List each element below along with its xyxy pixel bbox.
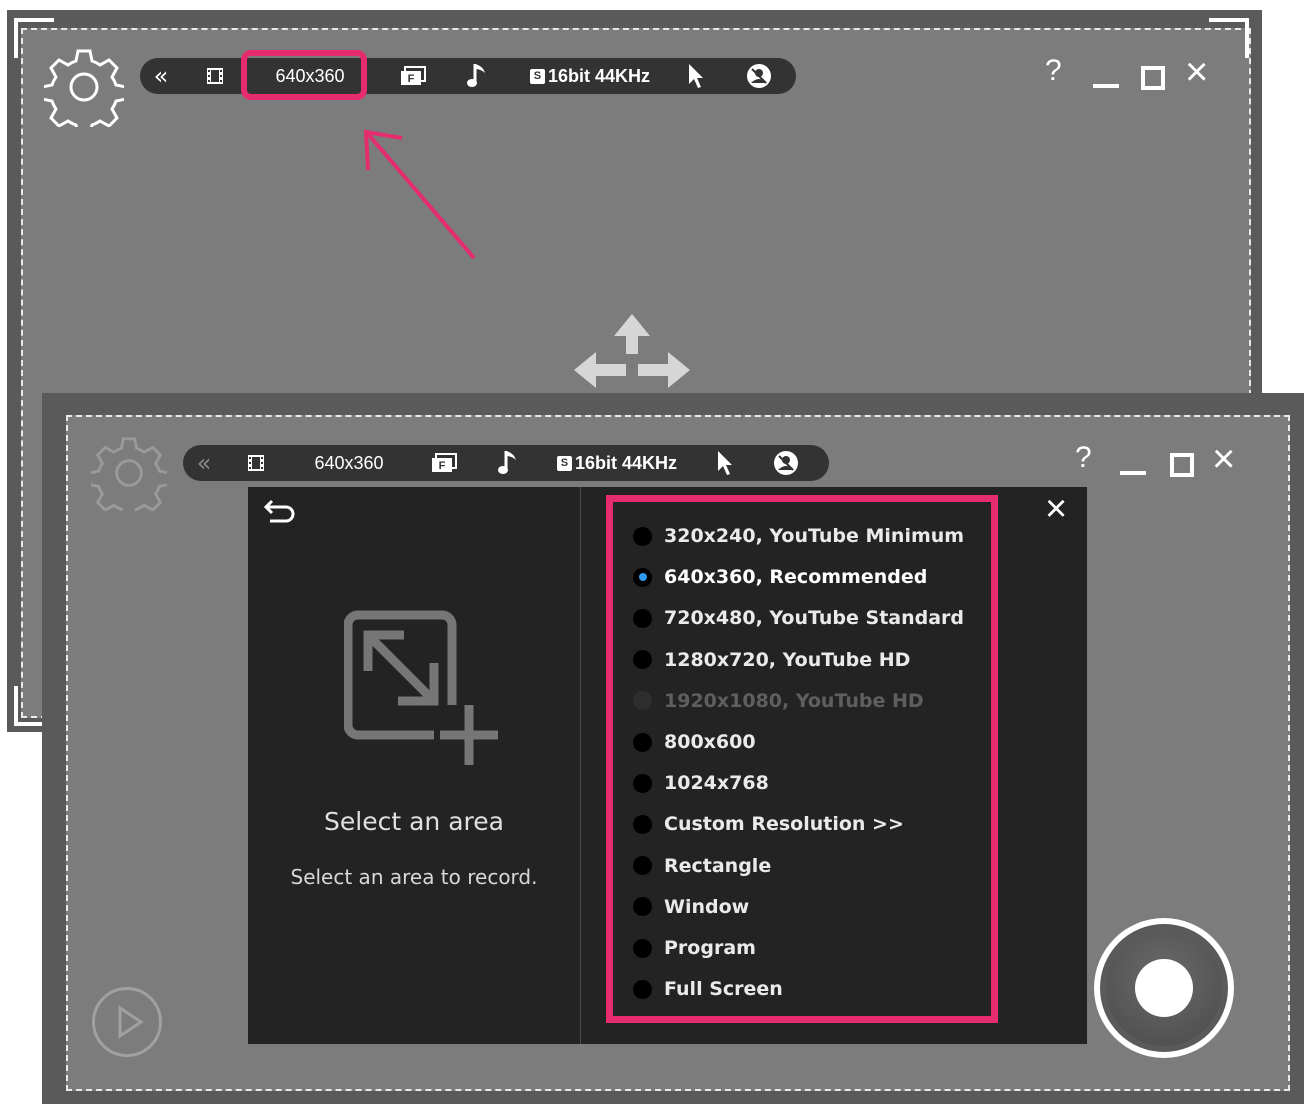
option-label: 800x600 [664, 731, 756, 753]
radio-button-icon[interactable] [633, 650, 652, 670]
move-icon[interactable] [574, 314, 690, 394]
pointer-arrow-annotation [363, 129, 476, 260]
settings-gear-icon[interactable] [40, 47, 128, 137]
radio-button-icon[interactable] [633, 608, 652, 628]
resolution-option[interactable]: 1024x768 [633, 769, 769, 797]
resolution-option[interactable]: 640x360, Recommended [633, 563, 927, 591]
svg-text:F: F [439, 460, 446, 472]
resolution-option[interactable]: Full Screen [633, 975, 783, 1003]
radio-button-icon[interactable] [633, 567, 652, 587]
help-button[interactable]: ? [1045, 54, 1062, 88]
option-label: 320x240, YouTube Minimum [664, 525, 965, 547]
resolution-option: 1920x1080, YouTube HD [633, 687, 924, 715]
collapse-icon[interactable]: « [191, 445, 217, 481]
audio-format-label: 16bit 44KHz [547, 65, 651, 86]
back-arrow-icon[interactable] [262, 497, 300, 529]
option-label: Program [664, 937, 756, 959]
play-button[interactable] [92, 987, 162, 1057]
play-icon [118, 1005, 144, 1039]
maximize-button[interactable] [1141, 66, 1165, 90]
toolbar: « 640x360 F S 16bit 44KHz [183, 445, 829, 481]
option-label: 640x360, Recommended [664, 566, 928, 589]
panel-title: Select an area [324, 807, 504, 836]
resolution-option[interactable]: 320x240, YouTube Minimum [633, 522, 964, 550]
area-selection-panel: Select an area Select an area to record.… [248, 487, 1087, 1044]
webcam-icon[interactable] [771, 445, 801, 481]
audio-format-label: 16bit 44KHz [574, 452, 678, 473]
radio-button-icon[interactable] [633, 856, 652, 876]
maximize-button[interactable] [1170, 453, 1194, 477]
panel-close-button[interactable]: × [1045, 489, 1067, 529]
audio-badge: S [556, 455, 572, 471]
panel-left: Select an area Select an area to record. [248, 487, 581, 1044]
close-button[interactable]: × [1185, 52, 1208, 92]
option-label: Full Screen [664, 978, 783, 1001]
resolution-option[interactable]: Window [633, 893, 749, 921]
music-note-icon[interactable] [462, 58, 492, 94]
radio-button-icon[interactable] [633, 979, 652, 999]
settings-gear-icon[interactable] [87, 435, 171, 521]
fullscreen-mode-icon[interactable]: F [429, 445, 461, 481]
panel-subtitle: Select an area to record. [290, 865, 538, 889]
radio-button-icon[interactable] [633, 526, 652, 546]
cursor-icon[interactable] [711, 445, 739, 481]
radio-button-icon[interactable] [633, 691, 652, 711]
cursor-icon[interactable] [682, 58, 710, 94]
corner-handle-top-right[interactable] [1209, 18, 1249, 58]
recorder-window-bottom: « 640x360 F S 16bit 44KHz ? × Select an … [42, 393, 1304, 1104]
resolution-option[interactable]: 720x480, YouTube Standard [633, 604, 964, 632]
resolution-option[interactable]: Rectangle [633, 852, 771, 880]
record-button[interactable] [1094, 918, 1234, 1058]
resolution-option[interactable]: Custom Resolution >> [633, 810, 904, 838]
audio-format-button[interactable]: S 16bit 44KHz [547, 445, 687, 481]
radio-button-icon[interactable] [633, 773, 652, 793]
record-dot-icon [1135, 959, 1193, 1017]
audio-badge: S [529, 68, 545, 84]
resolution-options-list: 320x240, YouTube Minimum 640x360, Recomme… [606, 495, 998, 1023]
option-label: 1920x1080, YouTube HD [664, 689, 924, 712]
resolution-option[interactable]: 1280x720, YouTube HD [633, 646, 910, 674]
help-button[interactable]: ? [1075, 441, 1092, 475]
option-label: Window [664, 895, 750, 918]
fullscreen-mode-icon[interactable]: F [398, 58, 430, 94]
close-button[interactable]: × [1212, 439, 1235, 479]
webcam-icon[interactable] [744, 58, 774, 94]
option-label: 1024x768 [664, 772, 769, 795]
select-area-icon [343, 605, 504, 774]
resolution-option[interactable]: Program [633, 934, 756, 962]
minimize-button[interactable] [1093, 84, 1119, 88]
option-label: 720x480, YouTube Standard [664, 607, 965, 630]
radio-button-icon[interactable] [633, 938, 652, 958]
radio-button-icon[interactable] [633, 732, 652, 752]
film-icon[interactable] [202, 58, 228, 94]
collapse-icon[interactable]: « [148, 58, 174, 94]
music-note-icon[interactable] [493, 445, 523, 481]
audio-format-button[interactable]: S 16bit 44KHz [520, 58, 660, 94]
option-label: Custom Resolution >> [664, 813, 904, 836]
svg-text:F: F [408, 73, 415, 85]
resolution-option[interactable]: 800x600 [633, 728, 756, 756]
option-label: 1280x720, YouTube HD [664, 648, 911, 671]
toolbar: « 640x360 F S 16bit 44KHz [140, 58, 796, 94]
film-icon[interactable] [243, 445, 269, 481]
minimize-button[interactable] [1120, 471, 1146, 475]
resolution-button[interactable]: 640x360 [305, 445, 393, 481]
radio-button-icon[interactable] [633, 814, 652, 834]
option-label: Rectangle [664, 854, 772, 877]
resolution-highlight [241, 50, 367, 100]
radio-button-icon[interactable] [633, 897, 652, 917]
